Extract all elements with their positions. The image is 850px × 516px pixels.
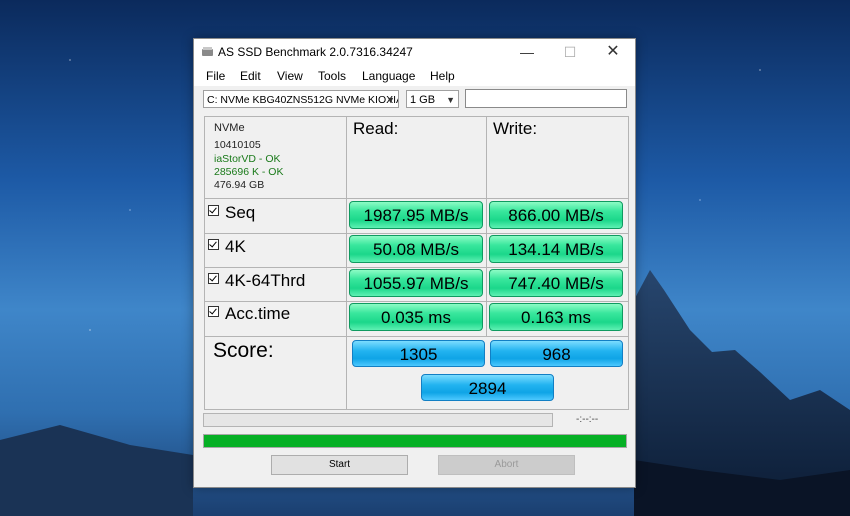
close-icon[interactable]: ✕ xyxy=(593,39,633,66)
score-read-value: 1305 xyxy=(352,340,485,367)
row-label-seq[interactable]: Seq xyxy=(208,203,255,223)
app-drive-icon xyxy=(202,47,213,56)
test-progress-bar xyxy=(203,413,553,427)
menu-help[interactable]: Help xyxy=(430,69,455,83)
size-select[interactable]: 1 GB ▼ xyxy=(406,90,459,108)
grid-divider xyxy=(205,301,628,302)
menu-edit[interactable]: Edit xyxy=(240,69,261,83)
grid-divider xyxy=(486,117,487,336)
drive-type: NVMe xyxy=(214,122,245,134)
score-label: Score: xyxy=(213,339,274,362)
write-header: Write: xyxy=(493,119,538,138)
4k64-read-value: 1055.97 MB/s xyxy=(349,269,483,297)
size-select-value: 1 GB xyxy=(410,94,436,106)
results-grid: NVMe 10410105 iaStorVD - OK 285696 K - O… xyxy=(204,116,629,410)
acctime-read-value: 0.035 ms xyxy=(349,303,483,331)
overall-progress-fill xyxy=(204,435,626,447)
row-label-4k-64thrd[interactable]: 4K-64Thrd xyxy=(208,271,305,291)
alignment-status: 285696 K - OK xyxy=(214,166,284,178)
drive-select-value: C: NVMe KBG40ZNS512G NVMe KIOXIA xyxy=(207,94,399,106)
row-label-4k[interactable]: 4K xyxy=(208,237,246,257)
drive-select[interactable]: C: NVMe KBG40ZNS512G NVMe KIOXIA ▼ xyxy=(203,90,399,108)
menu-tools[interactable]: Tools xyxy=(318,69,346,83)
menu-file[interactable]: File xyxy=(206,69,225,83)
menu-language[interactable]: Language xyxy=(362,69,415,83)
start-button[interactable]: Start xyxy=(271,455,408,475)
read-header: Read: xyxy=(353,119,399,138)
grid-divider xyxy=(205,233,628,234)
chevron-down-icon: ▼ xyxy=(446,95,455,105)
title-bar[interactable]: AS SSD Benchmark 2.0.7316.34247 — ☐ ✕ xyxy=(194,39,635,66)
checkbox-checked-icon[interactable] xyxy=(208,205,219,216)
grid-divider xyxy=(205,198,628,199)
drive-capacity: 476.94 GB xyxy=(214,179,265,191)
driver-status: iaStorVD - OK xyxy=(214,153,281,165)
maximize-icon[interactable]: ☐ xyxy=(550,39,590,66)
grid-divider xyxy=(205,336,628,337)
as-ssd-window: AS SSD Benchmark 2.0.7316.34247 — ☐ ✕ Fi… xyxy=(193,38,636,488)
abort-button[interactable]: Abort xyxy=(438,455,575,475)
checkbox-checked-icon[interactable] xyxy=(208,273,219,284)
window-title: AS SSD Benchmark 2.0.7316.34247 xyxy=(218,45,413,59)
elapsed-time: -:--:-- xyxy=(576,414,599,425)
menu-view[interactable]: View xyxy=(277,69,303,83)
checkbox-checked-icon[interactable] xyxy=(208,306,219,317)
checkbox-checked-icon[interactable] xyxy=(208,239,219,250)
chevron-down-icon: ▼ xyxy=(386,95,395,105)
row-label-acc-time[interactable]: Acc.time xyxy=(208,304,290,324)
seq-read-value: 1987.95 MB/s xyxy=(349,201,483,229)
overall-progress-bar xyxy=(203,434,627,448)
grid-divider xyxy=(346,336,347,409)
seq-write-value: 866.00 MB/s xyxy=(489,201,623,229)
drive-firmware: 10410105 xyxy=(214,139,261,151)
score-total-value: 2894 xyxy=(421,374,554,401)
4k64-write-value: 747.40 MB/s xyxy=(489,269,623,297)
score-write-value: 968 xyxy=(490,340,623,367)
4k-read-value: 50.08 MB/s xyxy=(349,235,483,263)
grid-divider xyxy=(346,117,347,336)
minimize-icon[interactable]: — xyxy=(507,39,547,66)
acctime-write-value: 0.163 ms xyxy=(489,303,623,331)
4k-write-value: 134.14 MB/s xyxy=(489,235,623,263)
grid-divider xyxy=(205,267,628,268)
status-text-field[interactable] xyxy=(465,89,627,108)
menu-bar: File Edit View Tools Language Help xyxy=(194,66,635,86)
